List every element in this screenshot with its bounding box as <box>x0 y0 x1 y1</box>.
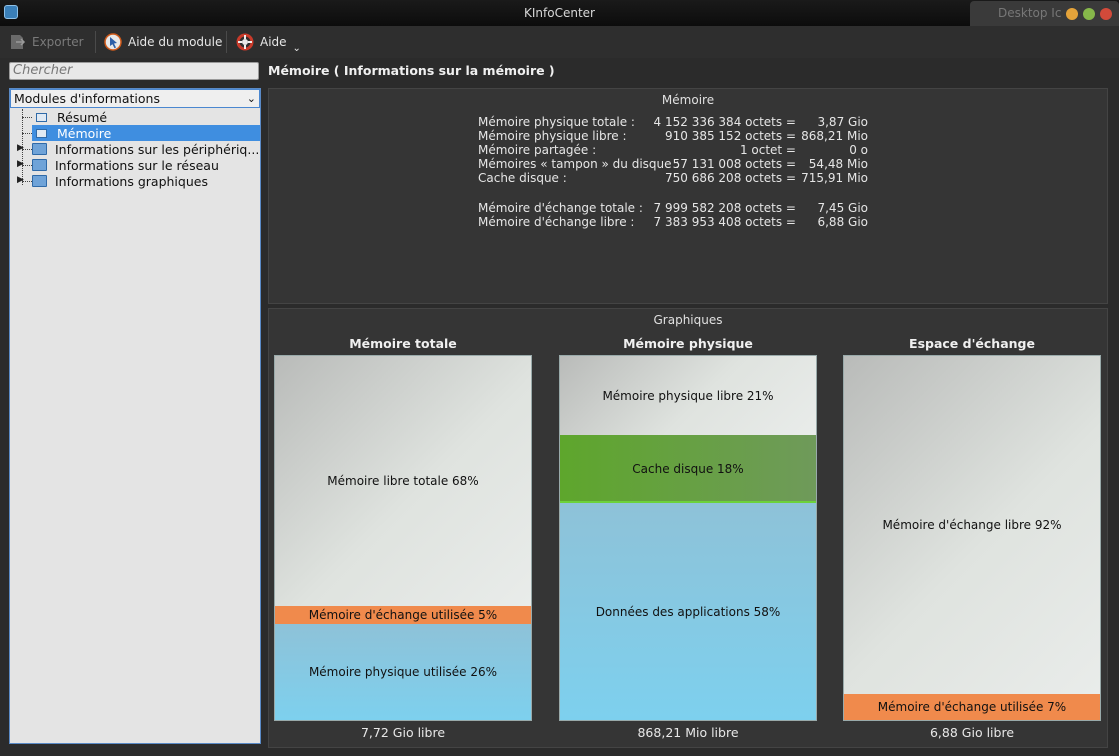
tree-item-label: Informations graphiques <box>55 173 208 189</box>
chevron-down-icon: ⌄ <box>246 92 256 105</box>
memory-row-label: Mémoire physique libre : <box>478 129 627 143</box>
memory-row-size: 0 o <box>849 143 868 157</box>
swap-row-label: Mémoire d'échange totale : <box>478 201 643 215</box>
chart-title-total: Mémoire totale <box>349 336 457 351</box>
memory-row-bytes: 750 686 208 octets = <box>664 171 796 185</box>
bar-segment-free: Mémoire libre totale 68% <box>275 356 531 606</box>
window-tab-label: Desktop Ic <box>998 6 1062 20</box>
swap-row: Mémoire d'échange libre : 7 383 953 408 o… <box>478 215 868 229</box>
swap-row-size: 7,45 Gio <box>817 201 868 215</box>
folder-icon <box>32 143 47 155</box>
bar-segment-swap: Mémoire d'échange utilisée 7% <box>844 694 1100 720</box>
window-tab[interactable]: Desktop Ic <box>970 1 1119 26</box>
tree-item-label: Informations sur les périphériq... <box>55 141 260 157</box>
tree-item-summary[interactable]: Résumé <box>32 109 111 125</box>
memory-row-bytes: 4 152 336 384 octets = <box>653 115 796 129</box>
module-tree: Modules d'informations ⌄ ▶ ▶ ▶ Résumé Mé… <box>9 88 261 744</box>
memory-row-size: 868,21 Mio <box>801 129 868 143</box>
help-buoy-icon <box>236 33 254 51</box>
help-pointer-icon <box>104 33 122 51</box>
page-title: Mémoire ( Informations sur la mémoire ) <box>268 63 555 78</box>
expand-icon[interactable]: ▶ <box>17 143 24 153</box>
export-button[interactable]: Exporter <box>8 30 84 54</box>
maximize-icon[interactable] <box>1083 8 1095 20</box>
memory-row: Cache disque : 750 686 208 octets = 715,91… <box>478 171 868 185</box>
tree-item-memory[interactable]: Mémoire <box>32 125 260 141</box>
memory-row-size: 715,91 Mio <box>801 171 868 185</box>
memory-row-bytes: 910 385 152 octets = <box>664 129 796 143</box>
memory-bar-physical: Mémoire physique libre 21% Cache disque 1… <box>559 355 817 721</box>
memory-row: Mémoire physique totale : 4 152 336 384 o… <box>478 115 868 129</box>
toolbar-separator <box>95 31 96 53</box>
bar-segment-swap: Mémoire d'échange utilisée 5% <box>275 606 531 624</box>
memory-row-label: Mémoire partagée : <box>478 143 597 157</box>
memory-icon <box>36 128 47 138</box>
memory-row: Mémoire partagée : 1 octet = 0 o <box>478 143 868 157</box>
tree-item-label: Résumé <box>57 109 108 125</box>
folder-icon <box>32 159 47 171</box>
chart-footer-total: 7,72 Gio libre <box>360 725 446 740</box>
help-button[interactable]: Aide ⌄ <box>236 30 301 54</box>
bar-segment-app: Données des applications 58% <box>560 503 816 720</box>
chart-title-swap: Espace d'échange <box>909 336 1035 351</box>
memory-row-bytes: 57 131 008 octets = <box>672 157 796 171</box>
tree-item-network[interactable]: Informations sur le réseau <box>32 157 223 173</box>
window-title: KInfoCenter <box>524 6 595 20</box>
bar-segment-free: Mémoire physique libre 21% <box>560 356 816 435</box>
title-bar: KInfoCenter Desktop Ic <box>0 0 1119 26</box>
chart-footer-physical: 868,21 Mio libre <box>637 725 739 740</box>
bar-segment-app: Mémoire physique utilisée 26% <box>275 624 531 720</box>
bar-segment-cache: Cache disque 18% <box>560 435 816 503</box>
folder-icon <box>32 175 47 187</box>
toolbar-separator <box>226 31 227 53</box>
swap-row-bytes: 7 999 582 208 octets = <box>653 201 796 215</box>
memory-bar-total: Mémoire libre totale 68% Mémoire d'échang… <box>274 355 532 721</box>
memory-row-label: Mémoires « tampon » du disque : <box>478 157 680 171</box>
help-label: Aide <box>260 35 287 49</box>
memory-bar-swap: Mémoire d'échange libre 92% Mémoire d'éch… <box>843 355 1101 721</box>
memory-row-size: 3,87 Gio <box>817 115 868 129</box>
chevron-down-icon[interactable]: ⌄ <box>293 43 301 54</box>
memory-table: Mémoire physique totale : 4 152 336 384 o… <box>478 115 868 229</box>
module-category-label: Modules d'informations <box>14 91 160 106</box>
toolbar: Exporter Aide du module Aide ⌄ <box>0 26 1119 58</box>
swap-row-bytes: 7 383 953 408 octets = <box>653 215 796 229</box>
export-icon <box>11 35 26 49</box>
tree-item-label: Mémoire <box>57 125 112 141</box>
module-help-label: Aide du module <box>128 35 223 49</box>
chart-footer-swap: 6,88 Gio libre <box>929 725 1015 740</box>
swap-row-size: 6,88 Gio <box>817 215 868 229</box>
expand-icon[interactable]: ▶ <box>17 175 24 185</box>
swap-row-label: Mémoire d'échange libre : <box>478 215 635 229</box>
tree-item-graphics[interactable]: Informations graphiques <box>32 173 212 189</box>
memory-row-label: Cache disque : <box>478 171 567 185</box>
swap-row: Mémoire d'échange totale : 7 999 582 208 … <box>478 201 868 215</box>
close-icon[interactable] <box>1100 8 1112 20</box>
export-label: Exporter <box>32 35 84 49</box>
memory-row: Mémoires « tampon » du disque :57 131 00… <box>478 157 868 171</box>
memory-panel: Mémoire Mémoire physique totale : 4 152 3… <box>268 88 1108 304</box>
tree-item-devices[interactable]: Informations sur les périphériq... <box>32 141 263 157</box>
search-input[interactable]: Chercher <box>9 62 259 80</box>
minimize-icon[interactable] <box>1066 8 1078 20</box>
monitor-icon <box>36 112 47 122</box>
module-help-button[interactable]: Aide du module <box>104 30 222 54</box>
memory-row-size: 54,48 Mio <box>808 157 868 171</box>
tree-item-label: Informations sur le réseau <box>55 157 219 173</box>
memory-row-bytes: 1 octet = <box>739 143 796 157</box>
expand-icon[interactable]: ▶ <box>17 159 24 169</box>
memory-panel-title: Mémoire <box>661 93 715 107</box>
module-category-select[interactable]: Modules d'informations ⌄ <box>10 89 260 108</box>
graphs-panel-title: Graphiques <box>653 313 723 327</box>
memory-row: Mémoire physique libre : 910 385 152 octe… <box>478 129 868 143</box>
chart-title-physical: Mémoire physique <box>623 336 753 351</box>
memory-row-label: Mémoire physique totale : <box>478 115 635 129</box>
bar-segment-free: Mémoire d'échange libre 92% <box>844 356 1100 694</box>
